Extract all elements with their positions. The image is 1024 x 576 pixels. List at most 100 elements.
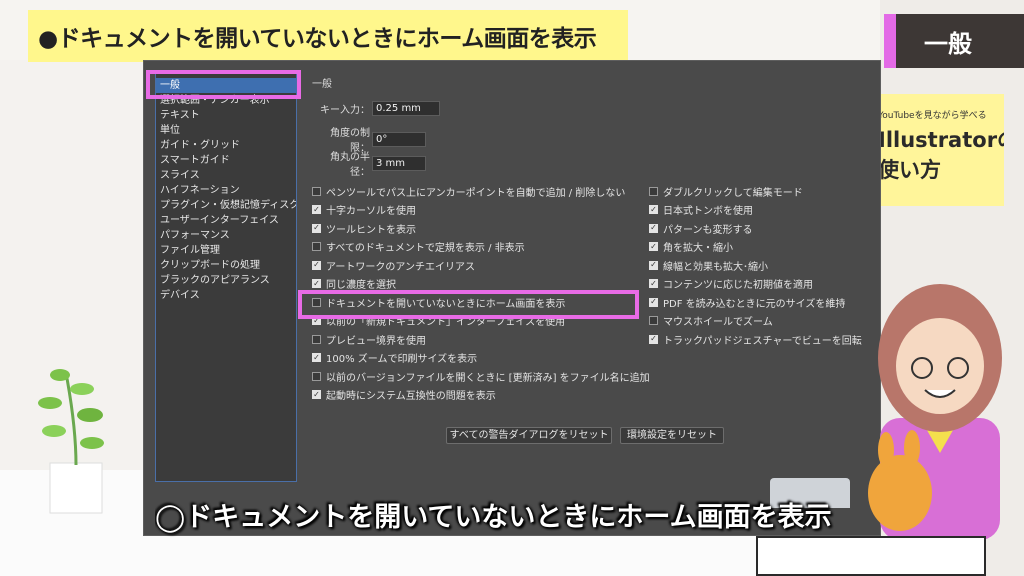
checkbox-checked[interactable]: ✓ xyxy=(312,316,321,325)
sidebar-item-black-appearance[interactable]: ブラックのアピアランス xyxy=(156,273,296,288)
preferences-sidebar: 一般 選択範囲・アンカー表示 テキスト 単位 ガイド・グリッド スマートガイド … xyxy=(155,72,297,482)
plant-icon xyxy=(38,369,104,514)
checkbox-unchecked[interactable] xyxy=(312,297,321,307)
card-title-line2: 使い方 xyxy=(878,158,941,182)
field-label: 角丸の半径： xyxy=(330,152,370,178)
field-label: キー入力： xyxy=(320,105,370,116)
constrain-angle-input[interactable]: 0° xyxy=(372,131,426,147)
bottom-caption: ◯ドキュメントを開いていないときにホーム画面を表示 xyxy=(155,502,832,533)
option-label: 以前の「新規ドキュメント」インターフェイスを使用 xyxy=(326,317,566,328)
option-row[interactable]: 以前のバージョンファイルを開くときに [更新済み] をファイル名に追加 xyxy=(312,368,650,384)
option-label: 以前のバージョンファイルを開くときに [更新済み] をファイル名に追加 xyxy=(326,372,650,384)
option-row[interactable]: ✓ 十字カーソルを使用 xyxy=(312,202,416,218)
reset-preferences-button[interactable]: 環境設定をリセット xyxy=(620,427,724,444)
checkbox-checked[interactable]: ✓ xyxy=(312,205,321,214)
option-row[interactable]: マウスホイールでズーム xyxy=(649,313,773,329)
reset-warnings-button[interactable]: すべての警告ダイアログをリセット xyxy=(446,427,612,444)
card-title-line1: Illustratorの xyxy=(878,128,1004,152)
keyboard-increment-input[interactable]: 0.25 mm xyxy=(372,101,440,116)
option-label: 線幅と効果も拡大･縮小 xyxy=(663,261,768,273)
option-row[interactable]: ✓ 角を拡大・縮小 xyxy=(649,239,733,255)
checkbox-checked[interactable]: ✓ xyxy=(649,260,658,270)
option-label: マウスホイールでズーム xyxy=(663,317,773,328)
option-label: 同じ濃度を選択 xyxy=(326,280,396,291)
checkbox-checked[interactable]: ✓ xyxy=(312,260,321,270)
option-row[interactable]: ダブルクリックして編集モード xyxy=(649,183,803,199)
option-label: アートワークのアンチエイリアス xyxy=(326,261,475,273)
option-row[interactable]: ✓ パターンも変形する xyxy=(649,220,753,236)
checkbox-unchecked[interactable] xyxy=(649,316,658,325)
sidebar-item-devices[interactable]: デバイス xyxy=(156,288,296,303)
section-label: 一般 xyxy=(884,14,1024,68)
sidebar-item-clipboard[interactable]: クリップボードの処理 xyxy=(156,258,296,273)
option-label: コンテンツに応じた初期値を適用 xyxy=(663,280,813,291)
option-row[interactable]: ✓ 起動時にシステム互換性の問題を表示 xyxy=(312,387,496,403)
option-label: 角を拡大・縮小 xyxy=(663,243,733,254)
sidebar-item-slices[interactable]: スライス xyxy=(156,168,296,183)
channel-card: YouTubeを見ながら学べる Illustratorの 使い方 xyxy=(878,94,1004,206)
panel-title: 一般 xyxy=(312,79,332,90)
option-label: PDF を読み込むときに元のサイズを維持 xyxy=(663,298,846,310)
checkbox-checked[interactable]: ✓ xyxy=(312,223,321,233)
sidebar-item-text[interactable]: テキスト xyxy=(156,108,296,123)
sidebar-item-guides-grid[interactable]: ガイド・グリッド xyxy=(156,138,296,153)
option-label: 100% ズームで印刷サイズを表示 xyxy=(326,354,478,365)
checkbox-checked[interactable]: ✓ xyxy=(649,223,658,233)
sidebar-item-hyphenation[interactable]: ハイフネーション xyxy=(156,183,296,198)
option-row[interactable]: ✓ コンテンツに応じた初期値を適用 xyxy=(649,276,813,292)
checkbox-unchecked[interactable] xyxy=(312,371,321,381)
option-row[interactable]: ✓ アートワークのアンチエイリアス xyxy=(312,257,475,273)
option-row[interactable]: ✓ 100% ズームで印刷サイズを表示 xyxy=(312,350,477,366)
option-label: 日本式トンボを使用 xyxy=(663,206,753,217)
presenter-illustration-icon xyxy=(868,284,1002,540)
option-row[interactable]: すべてのドキュメントで定規を表示 / 非表示 xyxy=(312,239,525,255)
preferences-dialog: 一般 選択範囲・アンカー表示 テキスト 単位 ガイド・グリッド スマートガイド … xyxy=(143,60,881,536)
option-label: パターンも変形する xyxy=(663,224,753,236)
option-row[interactable]: ✓ 同じ濃度を選択 xyxy=(312,276,396,292)
option-label: トラックパッドジェスチャーでビューを回転 xyxy=(663,335,862,347)
option-label: ダブルクリックして編集モード xyxy=(663,187,803,199)
desk-icon xyxy=(756,536,986,576)
keyboard-increment-row: キー入力： 0.25 mm xyxy=(312,101,440,116)
option-row[interactable]: ✓ ツールヒントを表示 xyxy=(312,220,416,236)
checkbox-checked[interactable]: ✓ xyxy=(649,242,658,251)
checkbox-checked[interactable]: ✓ xyxy=(312,353,321,362)
option-label: ドキュメントを開いていないときにホーム画面を表示 xyxy=(326,298,566,310)
sidebar-item-general[interactable]: 一般 xyxy=(156,78,296,93)
sidebar-item-selection[interactable]: 選択範囲・アンカー表示 xyxy=(156,93,296,108)
top-caption: ●ドキュメントを開いていないときにホーム画面を表示 xyxy=(28,10,628,62)
card-tagline: YouTubeを見ながら学べる xyxy=(878,111,987,121)
sidebar-item-file-handling[interactable]: ファイル管理 xyxy=(156,243,296,258)
checkbox-unchecked[interactable] xyxy=(649,186,658,196)
corner-radius-input[interactable]: 3 mm xyxy=(372,155,426,171)
option-label: ペンツールでパス上にアンカーポイントを自動で追加 / 削除しない xyxy=(326,187,626,199)
checkbox-unchecked[interactable] xyxy=(312,242,321,251)
corner-radius-row: 角丸の半径： 3 mm xyxy=(312,148,426,178)
option-label: 十字カーソルを使用 xyxy=(326,206,416,217)
option-row[interactable]: ドキュメントを開いていないときにホーム画面を表示 xyxy=(312,294,565,310)
sidebar-item-smart-guides[interactable]: スマートガイド xyxy=(156,153,296,168)
option-label: すべてのドキュメントで定規を表示 / 非表示 xyxy=(326,243,525,254)
checkbox-checked[interactable]: ✓ xyxy=(312,390,321,399)
option-row[interactable]: プレビュー境界を使用 xyxy=(312,331,426,347)
option-row[interactable]: ✓ 以前の「新規ドキュメント」インターフェイスを使用 xyxy=(312,313,565,329)
sidebar-item-performance[interactable]: パフォーマンス xyxy=(156,228,296,243)
checkbox-checked[interactable]: ✓ xyxy=(649,279,658,288)
sidebar-item-units[interactable]: 単位 xyxy=(156,123,296,138)
checkbox-checked[interactable]: ✓ xyxy=(649,205,658,214)
sidebar-item-plugins[interactable]: プラグイン・仮想記憶ディスク xyxy=(156,198,296,213)
option-row[interactable]: ペンツールでパス上にアンカーポイントを自動で追加 / 削除しない xyxy=(312,183,625,199)
checkbox-checked[interactable]: ✓ xyxy=(312,279,321,288)
option-label: 起動時にシステム互換性の問題を表示 xyxy=(326,391,496,402)
option-row[interactable]: ✓ 日本式トンボを使用 xyxy=(649,202,753,218)
option-label: ツールヒントを表示 xyxy=(326,224,416,236)
option-row[interactable]: ✓ PDF を読み込むときに元のサイズを維持 xyxy=(649,294,845,310)
checkbox-unchecked[interactable] xyxy=(312,334,321,344)
checkbox-checked[interactable]: ✓ xyxy=(649,334,658,344)
option-label: プレビュー境界を使用 xyxy=(326,335,426,347)
checkbox-unchecked[interactable] xyxy=(312,186,321,196)
checkbox-checked[interactable]: ✓ xyxy=(649,297,658,307)
option-row[interactable]: ✓ 線幅と効果も拡大･縮小 xyxy=(649,257,768,273)
sidebar-item-user-interface[interactable]: ユーザーインターフェイス xyxy=(156,213,296,228)
option-row[interactable]: ✓ トラックパッドジェスチャーでビューを回転 xyxy=(649,331,862,347)
